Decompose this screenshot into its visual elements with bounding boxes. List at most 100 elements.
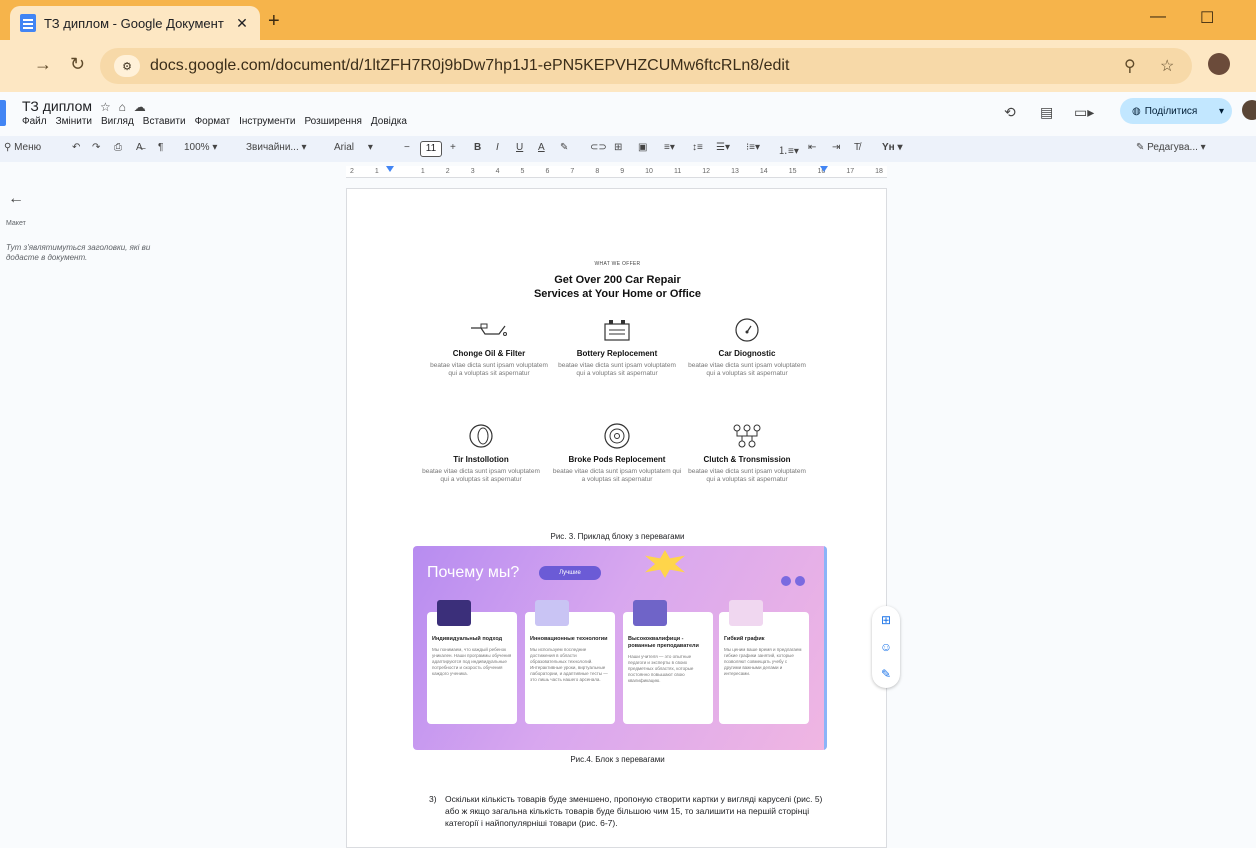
history-icon[interactable]: ⟲ — [1004, 104, 1016, 121]
add-comment-icon[interactable]: ⊞ — [614, 142, 622, 153]
align-icon[interactable]: ≡▾ — [664, 142, 675, 153]
paint-format-icon[interactable]: ¶ — [158, 142, 163, 153]
italic-button[interactable]: I — [496, 142, 499, 153]
menu-view[interactable]: Вигляд — [101, 116, 134, 127]
minimize-button[interactable]: — — [1150, 8, 1166, 26]
carousel-prev-icon — [781, 576, 791, 586]
browser-tab[interactable]: ТЗ диплом - Google Документ ✕ — [10, 6, 260, 40]
increase-indent-icon[interactable]: ⇥ — [832, 142, 840, 153]
insert-image-icon[interactable]: ▣ — [638, 142, 647, 153]
horizontal-ruler[interactable]: 2 1 1 2 3 4 5 6 7 8 9 10 11 12 13 14 15 … — [346, 166, 887, 178]
emoji-reaction-icon[interactable]: ☺ — [880, 640, 892, 654]
bold-button[interactable]: B — [474, 142, 481, 153]
close-outline-arrow-icon[interactable]: ← — [8, 190, 24, 208]
maximize-button[interactable]: ☐ — [1200, 8, 1214, 28]
font-size-decrease-button[interactable]: − — [404, 142, 410, 153]
account-avatar[interactable] — [1242, 100, 1256, 120]
undo-icon[interactable]: ↶ — [72, 142, 80, 153]
ruler-tick: 1 — [374, 168, 379, 175]
menu-help[interactable]: Довідка — [371, 116, 407, 127]
menu-edit[interactable]: Змінити — [56, 116, 92, 127]
browser-profile-avatar[interactable] — [1208, 53, 1230, 75]
carousel-next-icon — [795, 576, 805, 586]
bookmark-star-icon[interactable]: ☆ — [1160, 56, 1174, 76]
meet-icon[interactable]: ▭▸ — [1074, 104, 1094, 121]
numbered-list-icon[interactable]: ⒈≡▾ — [778, 142, 799, 157]
what-we-offer-label: WHAT WE OFFER — [594, 261, 641, 267]
ruler-tick: 4 — [495, 168, 500, 175]
menu-format[interactable]: Формат — [195, 116, 231, 127]
print-icon[interactable]: ⎙ — [114, 142, 122, 153]
chevron-down-icon[interactable]: ▾ — [1219, 106, 1224, 117]
figure-caption: Рис.4. Блок з перевагами — [570, 755, 665, 764]
docs-logo-icon[interactable] — [0, 100, 6, 126]
font-size-increase-button[interactable]: + — [450, 142, 456, 153]
underline-button[interactable]: U — [516, 142, 523, 153]
font-size-input[interactable]: 11 — [420, 141, 442, 157]
benefit-card: Индивидуальный подход Мы понимаем, что к… — [427, 600, 517, 724]
menu-file[interactable]: Файл — [22, 116, 47, 127]
font-select[interactable]: Arial ▾ — [334, 142, 373, 153]
heading-line: Services at Your Home or Office — [533, 288, 702, 300]
suggest-edit-icon[interactable]: ✎ — [881, 667, 891, 681]
zoom-select[interactable]: 100% ▾ — [184, 142, 217, 153]
move-folder-icon[interactable]: ⌂ — [119, 100, 126, 114]
edit-mode-select[interactable]: ✎ Редагува... ▾ — [1136, 142, 1206, 153]
clear-format-icon[interactable]: T̸ — [854, 142, 860, 153]
service-name: Bottery Replocement — [576, 349, 658, 358]
menu-insert[interactable]: Вставити — [143, 116, 186, 127]
line-spacing-icon[interactable]: ↕≡ — [692, 142, 703, 153]
ruler-tick: 9 — [620, 168, 625, 175]
service-name: Tir Instollotion — [453, 455, 509, 464]
url-field[interactable]: ⚙ docs.google.com/document/d/1ltZFH7R0j9… — [100, 48, 1192, 84]
menu-tools[interactable]: Інструменти — [239, 116, 295, 127]
document-page[interactable]: WHAT WE OFFER Get Over 200 Car Repair Se… — [346, 188, 887, 848]
add-comment-icon[interactable]: ⊞ — [881, 613, 891, 627]
left-indent-marker[interactable] — [386, 166, 394, 172]
site-info-icon[interactable]: ⚙ — [114, 55, 140, 77]
address-bar-row: → ↻ ⚙ docs.google.com/document/d/1ltZFH7… — [0, 40, 1256, 92]
star-shape-icon — [645, 550, 685, 578]
star-icon[interactable]: ☆ — [100, 100, 111, 114]
bulleted-list-icon[interactable]: ⁝≡▾ — [746, 142, 760, 153]
menu-extensions[interactable]: Розширення — [304, 116, 361, 127]
ruler-tick: 12 — [702, 168, 711, 175]
docs-file-icon — [20, 14, 36, 32]
redo-icon[interactable]: ↷ — [92, 142, 100, 153]
benefit-title: Инновационные технологии — [530, 636, 608, 642]
tab-close-icon[interactable]: ✕ — [234, 15, 250, 32]
cloud-status-icon[interactable]: ☁ — [134, 100, 146, 114]
input-tools-icon[interactable]: Yн ▾ — [882, 142, 903, 153]
numbered-paragraph[interactable]: 3) Оскільки кількість товарів буде зменш… — [429, 793, 829, 829]
services-heading: Get Over 200 Car Repair Services at Your… — [347, 273, 888, 301]
text-color-button[interactable]: A — [538, 142, 545, 153]
service-desc: beatae vitae dicta sunt ipsam voluptatem… — [558, 362, 676, 377]
service-desc: beatae vitae dicta sunt ipsam voluptatem… — [552, 468, 682, 483]
zoom-icon[interactable]: ⚲ — [1124, 56, 1136, 76]
menu-search[interactable]: ⚲ Меню — [4, 142, 41, 153]
service-item: Tir Instollotion beatae vitae dicta sunt… — [421, 421, 541, 484]
battery-icon — [557, 315, 677, 345]
benefits-banner-image[interactable]: Почему мы? Лучшие Индивидуальный подход … — [413, 546, 827, 750]
forward-arrow-icon[interactable]: → — [34, 54, 52, 75]
style-value: Звичайни... — [246, 142, 299, 153]
highlight-icon[interactable]: ✎ — [560, 142, 568, 153]
document-title[interactable]: ТЗ диплом ☆ ⌂ ☁ — [22, 98, 146, 114]
banner-pill: Лучшие — [539, 566, 601, 580]
style-select[interactable]: Звичайни... ▾ — [246, 142, 307, 153]
checklist-icon[interactable]: ☰▾ — [716, 142, 730, 153]
document-title-text[interactable]: ТЗ диплом — [22, 98, 92, 114]
reload-icon[interactable]: ↻ — [70, 54, 85, 75]
service-name: Broke Pods Replocement — [568, 455, 666, 464]
comments-icon[interactable]: ▤ — [1040, 104, 1053, 121]
new-tab-button[interactable]: + — [268, 10, 280, 33]
menu-bar: Файл Змінити Вигляд Вставити Формат Інст… — [22, 116, 407, 127]
figure-caption: Рис. 3. Приклад блоку з перевагами — [550, 532, 685, 541]
share-button[interactable]: ◍ Поділитися ▾ — [1120, 98, 1232, 124]
link-icon[interactable]: ⊂⊃ — [590, 142, 607, 153]
spellcheck-icon[interactable]: A̶ — [136, 142, 143, 153]
image-selection-bar — [824, 546, 827, 750]
service-name: Car Diognostic — [718, 349, 776, 358]
service-desc: beatae vitae dicta sunt ipsam voluptatem… — [430, 362, 548, 377]
decrease-indent-icon[interactable]: ⇤ — [808, 142, 816, 153]
